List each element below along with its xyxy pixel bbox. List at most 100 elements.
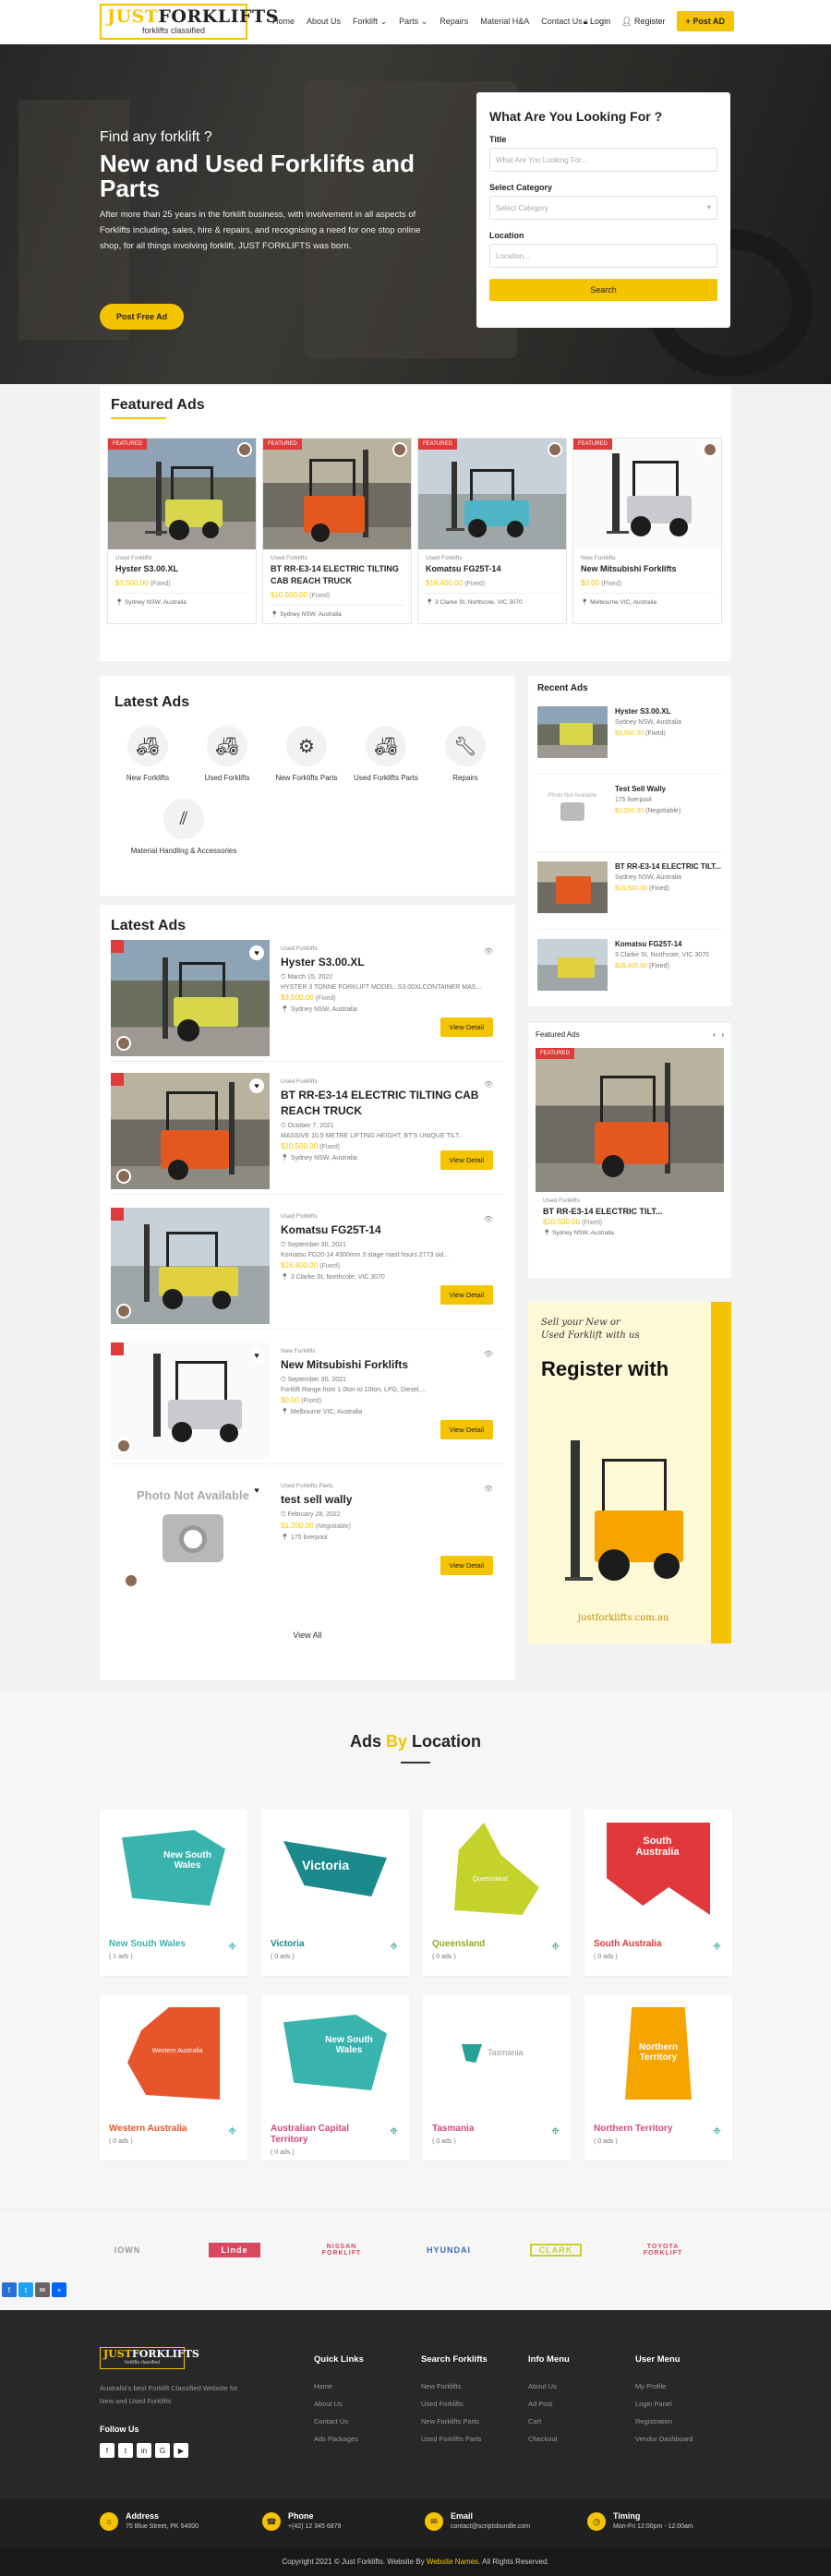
- footer-link[interactable]: Vendor Dashboard: [635, 2430, 693, 2448]
- nav-repairs[interactable]: Repairs: [440, 17, 468, 27]
- chevron-right-icon[interactable]: ›: [721, 1030, 724, 1039]
- category-used-parts[interactable]: 🚜︎ Used Forklifts Parts: [353, 726, 419, 782]
- brand-logo[interactable]: IOWN: [102, 2245, 153, 2255]
- ad-title[interactable]: Komatsu FG25T-14: [281, 1222, 493, 1238]
- footer-link[interactable]: Ad Post: [528, 2395, 570, 2413]
- facebook-icon[interactable]: f: [100, 2443, 114, 2458]
- item-title[interactable]: Hyster S3.00.XL: [115, 563, 248, 575]
- footer-link[interactable]: Ads Packages: [314, 2430, 364, 2448]
- footer-link[interactable]: Registration: [635, 2413, 693, 2430]
- list-item[interactable]: ♥ Used Forklifts BT RR-E3-14 ELECTRIC TI…: [111, 1073, 504, 1195]
- ad-title[interactable]: New Mitsubishi Forklifts: [281, 1357, 493, 1373]
- linkedin-icon[interactable]: in: [137, 2443, 151, 2458]
- view-detail-button[interactable]: View Detail: [440, 1420, 493, 1439]
- item-title[interactable]: BT RR-E3-14 ELECTRIC TILT...: [543, 1206, 717, 1218]
- item-title[interactable]: BT RR-E3-14 ELECTRIC TILTING CAB REACH T…: [271, 563, 403, 587]
- brand-logo[interactable]: NISSAN FORKLIFT: [316, 2244, 367, 2257]
- register-promo-banner[interactable]: Sell your New or Used Forklift with us R…: [528, 1302, 731, 1643]
- location-input[interactable]: Location...: [489, 244, 717, 268]
- nav-about[interactable]: About Us: [307, 17, 341, 27]
- featured-item[interactable]: FEATURED Used Forklifts Komatsu FG25T-14: [417, 438, 567, 624]
- location-card[interactable]: South Australia South Australia ( 0 ads …: [584, 1810, 732, 1976]
- post-ad-button[interactable]: + Post AD: [676, 11, 734, 31]
- footer-link[interactable]: Contact Us: [314, 2413, 364, 2430]
- brand-logo[interactable]: CLARK: [530, 2244, 582, 2257]
- register-link[interactable]: 👤︎ Register: [621, 17, 665, 27]
- location-card[interactable]: New South Wales Australian Capital Terri…: [261, 1994, 409, 2161]
- footer-link[interactable]: Login Panel: [635, 2395, 693, 2413]
- email-icon[interactable]: ✉: [35, 2282, 50, 2297]
- post-free-ad-button[interactable]: Post Free Ad: [100, 304, 185, 330]
- location-card[interactable]: Queensland Queensland ( 0 ads ) ⌖: [423, 1810, 571, 1976]
- ad-title[interactable]: BT RR-E3-14 ELECTRIC TILTING CAB REACH T…: [281, 1088, 493, 1119]
- category-used-forklifts[interactable]: 🚜︎ Used Forklifts: [194, 726, 260, 782]
- site-logo[interactable]: JUSTFORKLIFTS forklifts classified: [100, 4, 278, 40]
- footer-logo[interactable]: JUSTFORKLIFTS forklifts classified: [100, 2347, 199, 2369]
- nav-home[interactable]: Home: [272, 17, 295, 27]
- category-material-handling[interactable]: ⫽ Material Handling & Accessories: [114, 799, 253, 855]
- search-button[interactable]: Search: [489, 279, 717, 301]
- location-card[interactable]: Victoria Victoria ( 0 ads ) ⌖: [261, 1810, 409, 1976]
- location-card[interactable]: Tasmania Tasmania ( 0 ads ) ⌖: [423, 1994, 571, 2161]
- view-detail-button[interactable]: View Detail: [440, 1017, 493, 1037]
- youtube-icon[interactable]: ▶: [174, 2443, 188, 2458]
- category-select[interactable]: Select Category ▾: [489, 196, 717, 220]
- list-item[interactable]: ♥ New Forklifts New Mitsubishi Forklifts…: [111, 1342, 504, 1464]
- location-card[interactable]: New South Wales New South Wales ( 1 ads …: [100, 1810, 247, 1976]
- footer-link[interactable]: My Profile: [635, 2377, 693, 2395]
- heart-icon[interactable]: ♥: [249, 1078, 264, 1093]
- nav-material[interactable]: Material H&A: [480, 17, 529, 27]
- category-new-parts[interactable]: ⚙︎ New Forklifts Parts: [273, 726, 340, 782]
- view-detail-button[interactable]: View Detail: [440, 1285, 493, 1305]
- recent-item[interactable]: Photo Not Available Test Sell Wally 175 l…: [537, 775, 722, 852]
- footer-link[interactable]: About Us: [528, 2377, 570, 2395]
- list-item[interactable]: Used Forklifts Komatsu FG25T-14 🕓︎ Septe…: [111, 1208, 504, 1330]
- featured-item[interactable]: FEATURED New Forklifts New Mitsubishi Fo…: [572, 438, 722, 624]
- chevron-left-icon[interactable]: ‹: [713, 1030, 716, 1039]
- twitter-icon[interactable]: t: [118, 2443, 133, 2458]
- footer-link[interactable]: New Forklifts Parts: [421, 2413, 488, 2430]
- recent-item[interactable]: Hyster S3.00.XL Sydney NSW, Australia $3,5…: [537, 697, 722, 775]
- ad-title[interactable]: test sell wally: [281, 1492, 493, 1508]
- featured-item[interactable]: FEATURED Used Forklifts Hyster S3.00.XL …: [107, 438, 257, 624]
- footer-link[interactable]: Used Forklifts Parts: [421, 2430, 488, 2448]
- featured-item[interactable]: FEATURED Used Forklifts BT RR-E3-14 ELEC…: [262, 438, 412, 624]
- recent-item[interactable]: Komatsu FG25T-14 3 Clarke St, Northcote, …: [537, 930, 722, 1007]
- footer-link[interactable]: Used Forklifts: [421, 2395, 488, 2413]
- contact-value[interactable]: +(42) 12 345 6879: [288, 2523, 341, 2530]
- view-detail-button[interactable]: View Detail: [440, 1556, 493, 1575]
- sidebar-featured-image[interactable]: FEATURED: [536, 1048, 724, 1192]
- recent-item[interactable]: BT RR-E3-14 ELECTRIC TILT... Sydney NSW, …: [537, 852, 722, 930]
- item-title[interactable]: Komatsu FG25T-14: [426, 563, 559, 575]
- nav-parts[interactable]: Parts ⌄: [399, 17, 428, 27]
- footer-link[interactable]: About Us: [314, 2395, 364, 2413]
- copyright-link[interactable]: Website Names: [427, 2558, 478, 2566]
- footer-link[interactable]: Checkout: [528, 2430, 570, 2448]
- heart-icon[interactable]: ♥: [249, 945, 264, 960]
- contact-value[interactable]: contact@scriptsbundle.com: [451, 2523, 530, 2530]
- item-title[interactable]: New Mitsubishi Forklifts: [581, 563, 714, 575]
- footer-link[interactable]: New Forklifts: [421, 2377, 488, 2395]
- brand-logo[interactable]: TOYOTA FORKLIFT: [637, 2244, 689, 2257]
- login-link[interactable]: 🔒︎ Login: [584, 17, 610, 27]
- heart-icon[interactable]: ♥: [249, 1483, 264, 1498]
- category-repairs[interactable]: 🔧︎ Repairs: [432, 726, 499, 782]
- share-plus-icon[interactable]: +: [52, 2282, 66, 2297]
- view-detail-button[interactable]: View Detail: [440, 1150, 493, 1170]
- google-icon[interactable]: G: [155, 2443, 170, 2458]
- nav-forklift[interactable]: Forklift ⌄: [353, 17, 387, 27]
- location-card[interactable]: Northern Territory Northern Territory ( …: [584, 1994, 732, 2161]
- list-item[interactable]: ♥ Used Forklifts Hyster S3.00.XL 🕓︎ Marc…: [111, 940, 504, 1062]
- category-new-forklifts[interactable]: 🚜︎ New Forklifts: [114, 726, 181, 782]
- view-all-link[interactable]: View All: [100, 1631, 515, 1640]
- list-item[interactable]: ♥ Photo Not Available Used Forklifts Par…: [111, 1477, 504, 1599]
- footer-link[interactable]: Cart: [528, 2413, 570, 2430]
- title-input[interactable]: What Are You Looking For...: [489, 148, 717, 172]
- brand-logo[interactable]: Linde: [209, 2243, 260, 2257]
- ad-title[interactable]: Hyster S3.00.XL: [281, 955, 493, 970]
- location-card[interactable]: Western Australia Western Australia ( 0 …: [100, 1994, 247, 2161]
- footer-link[interactable]: Home: [314, 2377, 364, 2395]
- facebook-icon[interactable]: f: [2, 2282, 17, 2297]
- heart-icon[interactable]: ♥: [249, 1348, 264, 1363]
- nav-contact[interactable]: Contact Us: [541, 17, 583, 27]
